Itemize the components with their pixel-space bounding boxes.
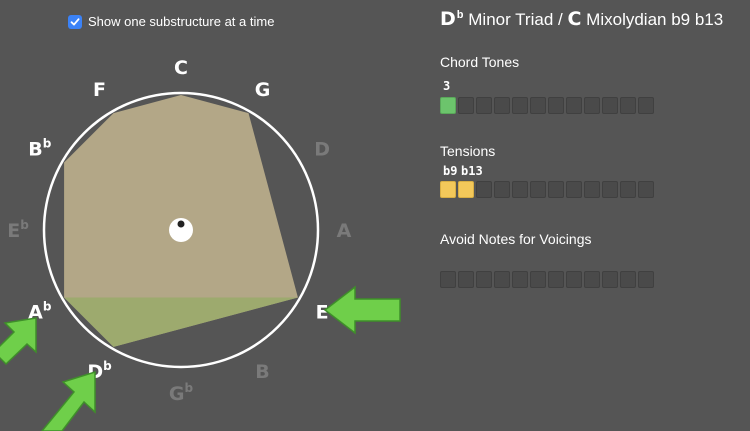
avoid-notes-cells xyxy=(440,271,654,288)
tension-cell xyxy=(602,181,618,198)
avoid-note-cell xyxy=(620,271,636,288)
note-label-d[interactable]: D xyxy=(314,139,330,161)
tension-cell xyxy=(476,181,492,198)
tension-cell xyxy=(584,181,600,198)
root-accidental: b xyxy=(456,9,464,22)
note-label-bflat[interactable]: Bb xyxy=(28,137,51,161)
circle-of-fifths-wheel[interactable]: CGDAEBGbDbAbEbBbF xyxy=(0,0,430,431)
chord-tone-cell xyxy=(602,97,618,114)
chord-tone-cell xyxy=(620,97,636,114)
tension-cell xyxy=(638,181,654,198)
avoid-note-cell xyxy=(512,271,528,288)
avoid-note-cell xyxy=(458,271,474,288)
note-label-eflat[interactable]: Eb xyxy=(7,218,29,242)
avoid-note-cell xyxy=(530,271,546,288)
chord-tone-cell xyxy=(476,97,492,114)
note-label-a[interactable]: A xyxy=(337,220,352,242)
avoid-note-cell xyxy=(638,271,654,288)
chord-tone-cell xyxy=(494,97,510,114)
scale-name: Mixolydian b9 b13 xyxy=(586,10,724,29)
tension-cell xyxy=(548,181,564,198)
chord-tone-cell xyxy=(458,97,474,114)
avoid-note-cell xyxy=(602,271,618,288)
chord-tones-cells xyxy=(440,97,654,114)
note-label-b[interactable]: B xyxy=(255,361,269,383)
tension-cell xyxy=(620,181,636,198)
chord-tone-cell xyxy=(548,97,564,114)
avoid-note-cell xyxy=(440,271,456,288)
avoid-note-cell xyxy=(566,271,582,288)
arrow-to-aflat-icon xyxy=(0,317,37,366)
tension-cell xyxy=(458,181,474,198)
note-label-f[interactable]: F xyxy=(93,79,106,101)
avoid-note-cell xyxy=(548,271,564,288)
avoid-note-cell xyxy=(476,271,492,288)
chord-quality: Minor Triad xyxy=(468,10,554,29)
chord-tone-cell xyxy=(512,97,528,114)
tension-degree-b9: b9 xyxy=(443,164,458,178)
chord-title: Db Minor Triad / C Mixolydian b9 b13 xyxy=(440,8,723,30)
tension-cell xyxy=(566,181,582,198)
avoid-notes-heading: Avoid Notes for Voicings xyxy=(440,231,592,247)
tension-degree-b13: b13 xyxy=(461,164,483,178)
tensions-cells xyxy=(440,181,654,198)
note-label-e[interactable]: E xyxy=(316,302,329,324)
center-knob-dot xyxy=(177,220,185,228)
root-note: D xyxy=(440,8,456,30)
note-label-g[interactable]: G xyxy=(255,79,271,101)
chord-tone-cell xyxy=(584,97,600,114)
chord-tone-cell xyxy=(638,97,654,114)
chord-tone-degree: 3 xyxy=(443,79,451,93)
tension-cell xyxy=(494,181,510,198)
arrow-to-dflat-icon xyxy=(41,370,96,431)
avoid-note-cell xyxy=(494,271,510,288)
chord-tones-heading: Chord Tones xyxy=(440,54,520,70)
avoid-note-cell xyxy=(584,271,600,288)
chord-tone-cell xyxy=(566,97,582,114)
chord-tone-cell xyxy=(440,97,456,114)
note-label-gflat[interactable]: Gb xyxy=(169,381,194,405)
tension-cell xyxy=(530,181,546,198)
arrow-to-e-icon xyxy=(323,285,401,335)
note-label-c[interactable]: C xyxy=(174,57,188,79)
tension-cell xyxy=(440,181,456,198)
tension-cell xyxy=(512,181,528,198)
scale-root: C xyxy=(567,8,582,30)
chord-tone-cell xyxy=(530,97,546,114)
title-separator: / xyxy=(558,10,563,29)
tensions-heading: Tensions xyxy=(440,143,496,159)
